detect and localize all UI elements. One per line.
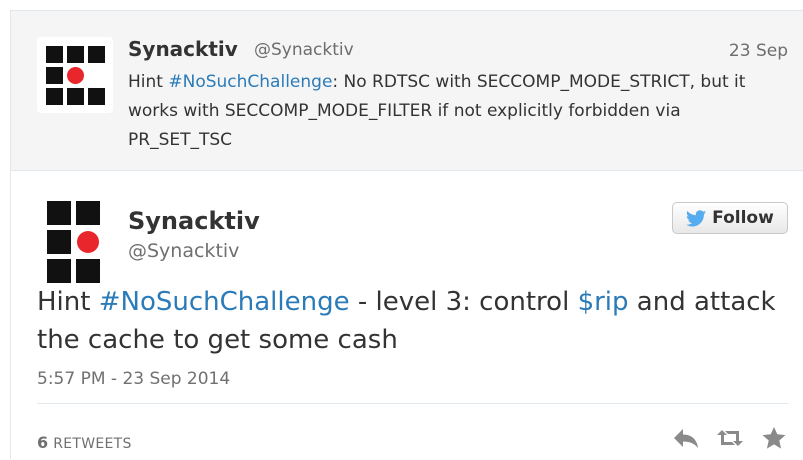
hashtag-link[interactable]: #NoSuchChallenge bbox=[99, 287, 350, 317]
tweet-text: Hint #NoSuchChallenge - level 3: control… bbox=[37, 283, 777, 359]
author-handle[interactable]: @Synacktiv bbox=[128, 240, 239, 262]
cashtag-link[interactable]: $rip bbox=[578, 287, 629, 317]
parent-tweet-date[interactable]: 23 Sep bbox=[729, 41, 788, 61]
parent-avatar[interactable] bbox=[37, 37, 113, 113]
parent-tweet[interactable]: Synacktiv @Synacktiv 23 Sep Hint #NoSuch… bbox=[11, 11, 803, 171]
follow-button[interactable]: Follow bbox=[672, 202, 788, 234]
synacktiv-logo-icon bbox=[47, 201, 100, 283]
retweet-count: 6 bbox=[37, 433, 49, 452]
tweet-timestamp[interactable]: 5:57 PM - 23 Sep 2014 bbox=[37, 369, 230, 389]
author-name[interactable]: Synacktiv bbox=[128, 207, 260, 235]
author-avatar[interactable] bbox=[47, 201, 101, 283]
stats-divider bbox=[37, 403, 788, 404]
twitter-bird-icon bbox=[686, 209, 707, 226]
tweet-text-prefix: Hint bbox=[37, 287, 99, 317]
parent-hashtag-link[interactable]: #NoSuchChallenge bbox=[168, 72, 332, 92]
retweet-stats[interactable]: 6 RETWEETS bbox=[37, 433, 132, 452]
parent-author-name[interactable]: Synacktiv bbox=[128, 37, 238, 61]
tweet-actions bbox=[672, 426, 788, 450]
retweet-label: RETWEETS bbox=[53, 436, 132, 452]
tweet-text-middle: - level 3: control bbox=[349, 287, 578, 317]
synacktiv-logo-icon bbox=[37, 37, 113, 113]
star-icon[interactable] bbox=[760, 426, 788, 450]
parent-tweet-text: Hint #NoSuchChallenge: No RDTSC with SEC… bbox=[128, 68, 788, 155]
follow-label: Follow bbox=[712, 208, 774, 228]
parent-text-prefix: Hint bbox=[128, 72, 169, 92]
main-tweet: Synacktiv @Synacktiv Follow Hint #NoSuch… bbox=[11, 171, 803, 460]
retweet-icon[interactable] bbox=[716, 426, 744, 450]
reply-icon[interactable] bbox=[672, 426, 700, 450]
tweet-embed: Synacktiv @Synacktiv 23 Sep Hint #NoSuch… bbox=[10, 10, 803, 459]
parent-author-handle[interactable]: @Synacktiv bbox=[254, 40, 354, 60]
